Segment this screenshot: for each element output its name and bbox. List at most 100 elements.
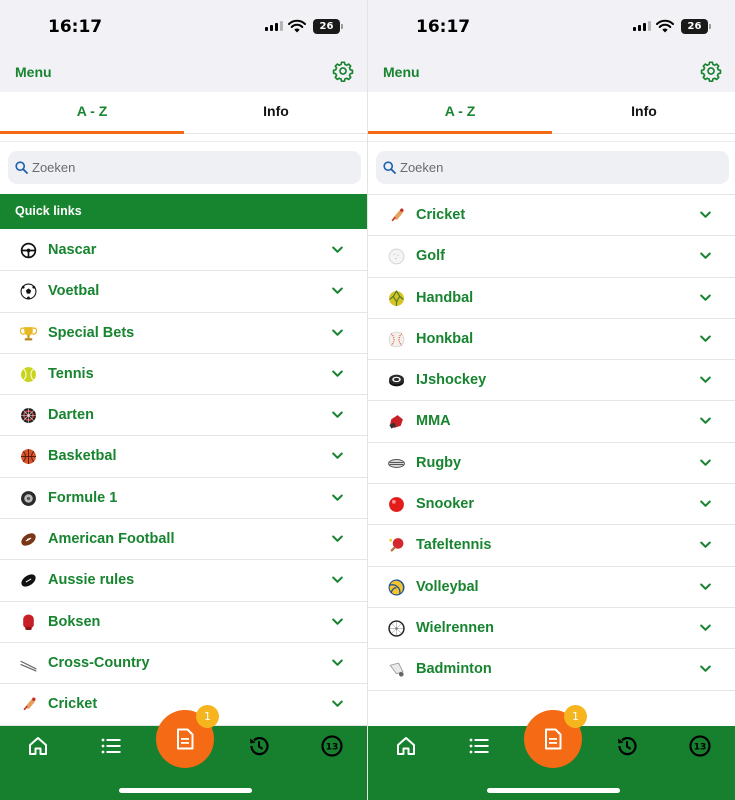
- tab-info[interactable]: Info: [184, 92, 367, 134]
- sport-label: American Football: [48, 531, 175, 548]
- tab-spacer: [368, 134, 735, 142]
- sport-label: Badminton: [416, 661, 492, 678]
- status-time: 16:17: [48, 17, 103, 37]
- document-icon: [545, 728, 562, 750]
- list-icon[interactable]: [99, 734, 123, 758]
- sport-label: Voetbal: [48, 283, 100, 300]
- steering-wheel-icon: [20, 242, 37, 259]
- sport-row[interactable]: Tennis: [0, 353, 367, 396]
- chevron-down-icon[interactable]: [332, 618, 343, 626]
- chevron-down-icon[interactable]: [332, 576, 343, 584]
- chevron-down-icon[interactable]: [332, 411, 343, 419]
- gear-icon[interactable]: [332, 60, 354, 82]
- sport-row[interactable]: Cricket: [368, 195, 735, 237]
- battery-indicator: 26: [313, 19, 343, 34]
- volleyball-icon: [388, 579, 405, 596]
- chevron-down-icon[interactable]: [700, 252, 711, 260]
- sport-row[interactable]: Nascar: [0, 230, 367, 272]
- search-bar[interactable]: [8, 151, 361, 184]
- sport-row[interactable]: Snooker: [368, 484, 735, 526]
- chevron-down-icon[interactable]: [332, 494, 343, 502]
- chevron-down-icon[interactable]: [700, 335, 711, 343]
- chevron-down-icon[interactable]: [700, 541, 711, 549]
- sport-row[interactable]: Badminton: [368, 649, 735, 691]
- chevron-down-icon[interactable]: [700, 665, 711, 673]
- sport-label: MMA: [416, 413, 451, 430]
- golf-ball-icon: [388, 248, 405, 265]
- chevron-down-icon[interactable]: [332, 246, 343, 254]
- sport-label: Special Bets: [48, 324, 135, 341]
- sport-list: Cricket Golf Handbal Honkbal IJshockey MMA Rug…: [368, 194, 735, 691]
- sport-label: Rugby: [416, 454, 462, 471]
- sport-label: Handbal: [416, 289, 474, 306]
- mma-glove-icon: [389, 415, 403, 430]
- quick-links-bar[interactable]: Quick links: [0, 194, 367, 229]
- sport-row[interactable]: MMA: [368, 401, 735, 443]
- sport-label: Darten: [48, 407, 94, 424]
- page-title: Menu: [15, 64, 52, 80]
- chevron-down-icon[interactable]: [700, 624, 711, 632]
- chevron-down-icon[interactable]: [332, 329, 343, 337]
- chevron-down-icon[interactable]: [332, 287, 343, 295]
- sport-row[interactable]: Darten: [0, 395, 367, 437]
- gear-icon[interactable]: [700, 60, 722, 82]
- left-screen: 16:17 26 Menu A - Z Info Quick links Nas…: [0, 0, 367, 800]
- bicycle-wheel-icon: [388, 620, 405, 637]
- sport-row[interactable]: Honkbal: [368, 318, 735, 361]
- sport-row[interactable]: Basketbal: [0, 436, 367, 478]
- home-icon[interactable]: [394, 734, 418, 758]
- soccer-ball-icon: [20, 283, 37, 300]
- chevron-down-icon[interactable]: [332, 452, 343, 460]
- sport-row[interactable]: Aussie rules: [0, 560, 367, 602]
- chevron-down-icon[interactable]: [700, 500, 711, 508]
- search-bar[interactable]: [376, 151, 729, 184]
- tab-info[interactable]: Info: [552, 92, 735, 134]
- chevron-down-icon[interactable]: [700, 376, 711, 384]
- trophy-icon: [20, 326, 37, 340]
- chevron-down-icon[interactable]: [700, 211, 711, 219]
- skis-icon: [20, 660, 37, 672]
- chevron-down-icon[interactable]: [332, 370, 343, 378]
- chevron-down-icon[interactable]: [332, 535, 343, 543]
- sport-row[interactable]: Rugby: [368, 442, 735, 485]
- search-icon: [383, 161, 396, 174]
- snooker-ball-icon: [389, 497, 404, 513]
- sport-row[interactable]: IJshockey: [368, 360, 735, 402]
- chevron-down-icon[interactable]: [332, 659, 343, 667]
- sport-row[interactable]: Tafeltennis: [368, 525, 735, 567]
- tab-a-z[interactable]: A - Z: [368, 92, 552, 134]
- chevron-down-icon[interactable]: [332, 700, 343, 708]
- document-icon: [177, 728, 194, 750]
- sport-row[interactable]: Voetbal: [0, 271, 367, 313]
- chevron-down-icon[interactable]: [700, 417, 711, 425]
- basketball-icon: [21, 449, 36, 465]
- search-input[interactable]: [400, 151, 700, 184]
- rugby-ball-icon: [388, 458, 405, 468]
- list-icon[interactable]: [467, 734, 491, 758]
- live-count: 13: [326, 743, 339, 753]
- chevron-down-icon[interactable]: [700, 459, 711, 467]
- chevron-down-icon[interactable]: [700, 294, 711, 302]
- history-icon[interactable]: [615, 734, 639, 758]
- live-icon[interactable]: 13: [688, 734, 712, 758]
- chevron-down-icon[interactable]: [700, 583, 711, 591]
- sport-row[interactable]: Special Bets: [0, 312, 367, 354]
- sport-row[interactable]: American Football: [0, 519, 367, 561]
- sport-label: Cricket: [48, 696, 98, 713]
- tab-bar: A - Z Info: [0, 92, 367, 134]
- sport-row[interactable]: Volleybal: [368, 566, 735, 608]
- tab-a-z[interactable]: A - Z: [0, 92, 184, 134]
- search-input[interactable]: [32, 151, 332, 184]
- sport-row[interactable]: Wielrennen: [368, 607, 735, 650]
- sport-row[interactable]: Golf: [368, 236, 735, 278]
- home-indicator: [487, 788, 620, 793]
- home-icon[interactable]: [26, 734, 50, 758]
- history-icon[interactable]: [247, 734, 271, 758]
- sport-label: Cricket: [416, 207, 466, 223]
- sport-row[interactable]: Formule 1: [0, 477, 367, 520]
- sport-row[interactable]: Cross-Country: [0, 642, 367, 685]
- sport-row[interactable]: Handbal: [368, 277, 735, 319]
- sport-row[interactable]: Boksen: [0, 601, 367, 643]
- live-icon[interactable]: 13: [320, 734, 344, 758]
- sport-label: Nascar: [48, 242, 97, 258]
